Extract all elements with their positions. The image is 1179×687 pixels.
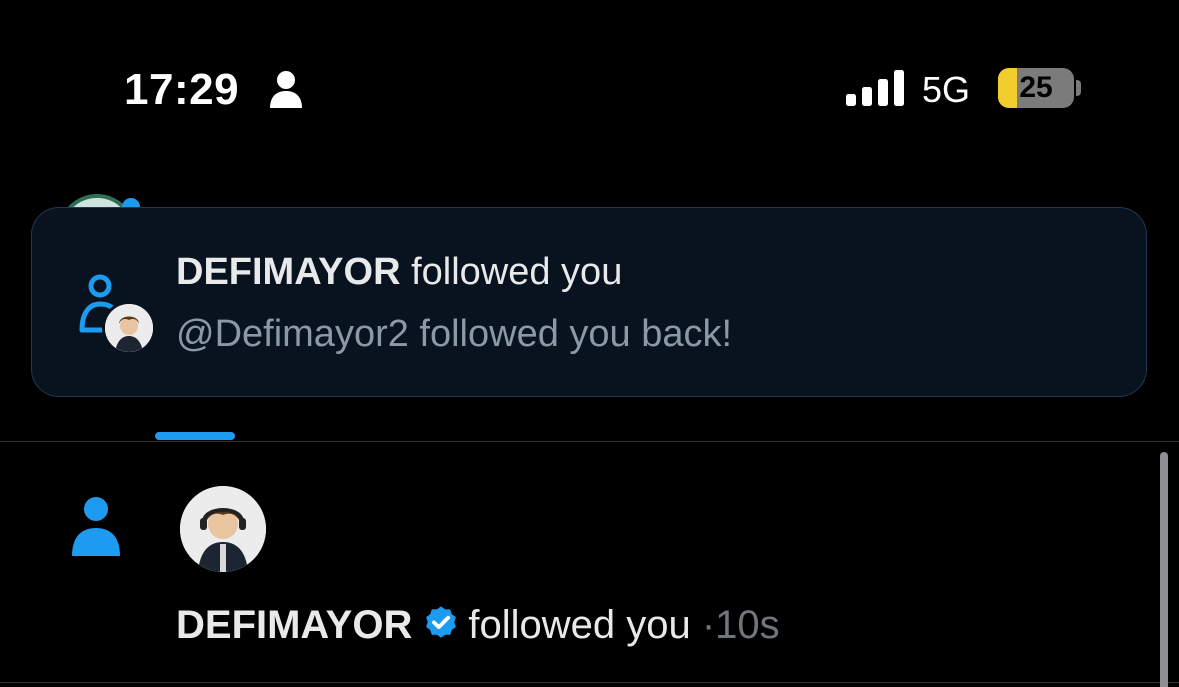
scrollbar[interactable]: [1160, 452, 1168, 687]
notification-text: DEFIMAYOR followed you ·10s: [176, 602, 780, 648]
separator-dot: ·: [701, 603, 716, 647]
screen: 17:29 5G 25 DEFIMAYOR followed you @Defi…: [0, 0, 1179, 687]
person-icon: [72, 497, 120, 556]
toast-title: DEFIMAYOR followed you: [176, 250, 622, 294]
tab-indicator: [155, 432, 235, 440]
toast-action: followed you: [411, 251, 623, 293]
avatar-illustration: [180, 486, 266, 572]
notification-action: followed you: [468, 603, 691, 647]
avatar-illustration: [105, 304, 153, 352]
toast-avatar: [102, 301, 156, 355]
battery-level: 25: [1019, 71, 1053, 104]
divider: [0, 682, 1179, 683]
toast-username: DEFIMAYOR: [176, 251, 401, 293]
follow-toast[interactable]: [31, 207, 1147, 397]
focus-person-icon: [270, 71, 302, 108]
status-time: 17:29: [124, 65, 240, 114]
network-type: 5G: [922, 69, 971, 110]
notification-time: 10s: [715, 603, 780, 647]
notification-avatar[interactable]: [180, 486, 266, 572]
verified-badge-icon: [426, 606, 457, 638]
signal-bars-icon: [846, 70, 904, 106]
notification-username[interactable]: DEFIMAYOR: [176, 603, 412, 647]
battery-icon: 25: [998, 68, 1074, 108]
battery-tip: [1076, 80, 1081, 96]
divider: [0, 441, 1179, 442]
toast-subtitle: @Defimayor2 followed you back!: [176, 313, 733, 355]
